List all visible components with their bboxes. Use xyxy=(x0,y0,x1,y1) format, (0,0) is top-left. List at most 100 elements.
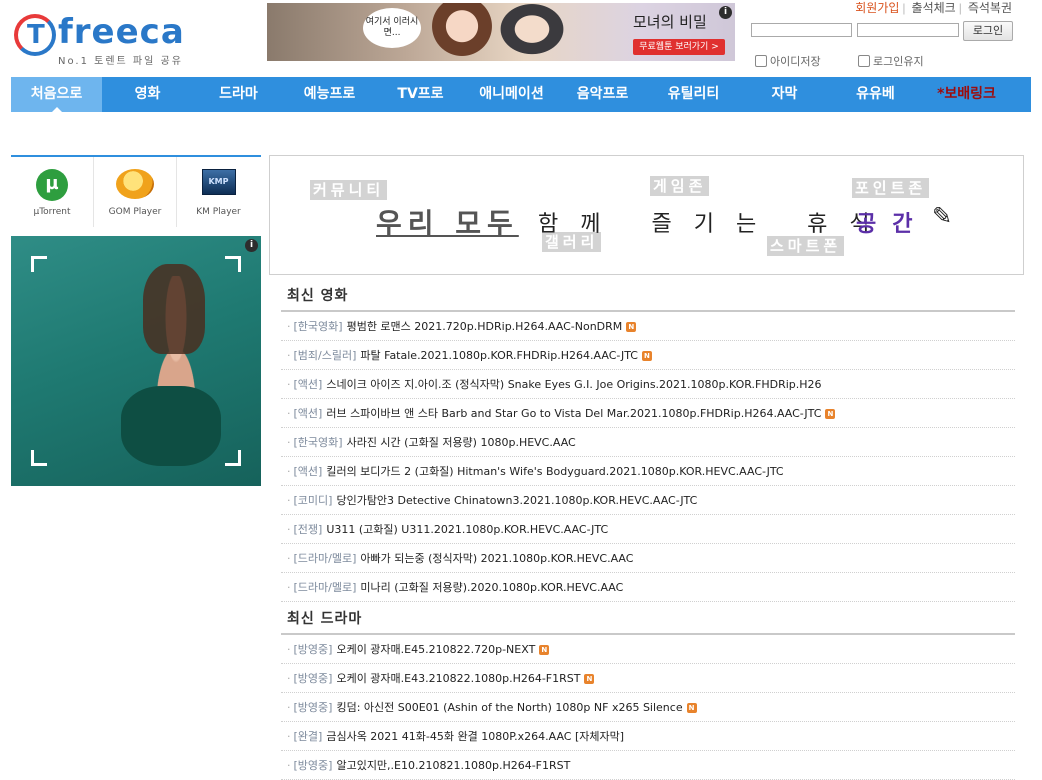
category-label[interactable]: [한국영화] xyxy=(294,320,343,333)
drama-row[interactable]: · [방영중] 킹덤: 아신전 S00E01 (Ashin of the North… xyxy=(281,693,1015,722)
banner-illustration-man xyxy=(492,3,572,61)
save-id-checkbox[interactable]: 아이디저장 xyxy=(755,53,821,69)
main-nav: 처음으로 영화 드라마 예능프로 TV프로 애니메이션 음악프로 유틸리티 자막… xyxy=(11,77,1031,112)
checkbox-box[interactable] xyxy=(755,55,767,67)
login-button[interactable]: 로그인 xyxy=(963,21,1013,41)
category-label[interactable]: [액션] xyxy=(294,378,323,391)
nav-item-subtitles[interactable]: 자막 xyxy=(739,77,830,112)
movie-row[interactable]: · [액션] 킬러의 보디가드 2 (고화질) Hitman's Wife's Bo… xyxy=(281,457,1015,486)
post-title-link[interactable]: U311 (고화질) U311.2021.1080p.KOR.HEVC.AAC-… xyxy=(326,523,608,536)
category-label[interactable]: [액션] xyxy=(294,465,323,478)
category-label[interactable]: [방영중] xyxy=(294,701,333,714)
post-title-link[interactable]: 금심사옥 2021 41화-45화 완결 1080P.x264.AAC [자체자… xyxy=(326,730,624,743)
ghost-community[interactable]: 커뮤니티 xyxy=(310,180,388,200)
top-banner-ad[interactable]: 여기서 이러시면... 모녀의 비밀 무료웹툰 보러가기 > i xyxy=(267,3,735,61)
nav-item-movies[interactable]: 영화 xyxy=(102,77,193,112)
nav-item-yuyube[interactable]: 유유베 xyxy=(830,77,921,112)
banner-title: 모녀의 비밀 xyxy=(633,13,707,31)
ad-info-icon[interactable]: i xyxy=(719,6,732,19)
attendance-link[interactable]: 출석체크 xyxy=(912,1,956,15)
lottery-link[interactable]: 즉석복권 xyxy=(968,1,1012,15)
nav-item-utility[interactable]: 유틸리티 xyxy=(648,77,739,112)
movie-row[interactable]: · [액션] 스네이크 아이즈 지.아이.조 (정식자막) Snake Eyes G… xyxy=(281,370,1015,399)
drama-row[interactable]: · [방영중] 오케이 광자매.E45.210822.720p-NEXT N xyxy=(281,635,1015,664)
keep-login-checkbox[interactable]: 로그인유지 xyxy=(858,53,924,69)
category-label[interactable]: [방영중] xyxy=(294,759,333,772)
nav-item-music[interactable]: 음악프로 xyxy=(557,77,648,112)
post-title-link[interactable]: 알고있지만,.E10.210821.1080p.H264-F1RST xyxy=(336,759,570,772)
post-title-link[interactable]: 러브 스파이바브 앤 스타 Barb and Star Go to Vista … xyxy=(326,407,821,420)
ghost-game[interactable]: 게임존 xyxy=(650,176,710,196)
post-title-link[interactable]: 미나리 (고화질 저용량).2020.1080p.KOR.HEVC.AAC xyxy=(360,581,623,594)
new-badge-icon: N xyxy=(641,351,652,361)
category-label[interactable]: [완결] xyxy=(294,730,323,743)
post-title-link[interactable]: 평범한 로맨스 2021.720p.HDRip.H264.AAC-NonDRM xyxy=(347,320,623,333)
login-id-input[interactable] xyxy=(751,23,852,37)
nav-item-variety[interactable]: 예능프로 xyxy=(284,77,375,112)
ghost-smartphone[interactable]: 스마트폰 xyxy=(767,236,845,256)
post-title-link[interactable]: 파탈 Fatale.2021.1080p.KOR.FHDRip.H264.AAC… xyxy=(360,349,638,362)
movie-row[interactable]: · [한국영화] 평범한 로맨스 2021.720p.HDRip.H264.AAC-… xyxy=(281,312,1015,341)
post-title-link[interactable]: 당인가탐안3 Detective Chinatown3.2021.1080p.K… xyxy=(336,494,697,507)
ad-info-icon[interactable]: i xyxy=(245,239,258,252)
ghost-point[interactable]: 포인트존 xyxy=(852,178,930,198)
site-logo[interactable]: freeca No.1 토렌트 파일 공유 xyxy=(12,10,192,67)
nav-item-home[interactable]: 처음으로 xyxy=(11,77,102,112)
bullet-icon: · xyxy=(287,407,291,420)
join-link[interactable]: 회원가입 xyxy=(855,1,899,15)
post-title-link[interactable]: 사라진 시간 (고화질 저용량) 1080p.HEVC.AAC xyxy=(347,436,576,449)
category-label[interactable]: [한국영화] xyxy=(294,436,343,449)
drama-row[interactable]: · [방영중] 오케이 광자매.E43.210822.1080p.H264-F1RS… xyxy=(281,664,1015,693)
category-label[interactable]: [방영중] xyxy=(294,672,333,685)
pen-icon: ✎ xyxy=(932,202,953,230)
category-label[interactable]: [액션] xyxy=(294,407,323,420)
hero-main-text: 우리 모두 xyxy=(376,207,519,240)
player-apps: µ µTorrent GOM Player KMP KM Player xyxy=(11,157,261,227)
ad-figure-hair xyxy=(143,264,205,354)
category-label[interactable]: [드라마/멜로] xyxy=(294,552,357,565)
frame-corner-icon xyxy=(31,450,47,466)
nav-item-tv[interactable]: TV프로 xyxy=(375,77,466,112)
drama-row[interactable]: · [방영중] 알고있지만,.E10.210821.1080p.H264-F1RST xyxy=(281,751,1015,780)
sidebar-ad-image[interactable]: i xyxy=(11,236,261,486)
post-title-link[interactable]: 오케이 광자매.E43.210822.1080p.H264-F1RST xyxy=(336,672,580,685)
new-badge-icon: N xyxy=(626,322,637,332)
drama-row[interactable]: · [완결] 금심사옥 2021 41화-45화 완결 1080P.x264.AAC… xyxy=(281,722,1015,751)
category-label[interactable]: [방영중] xyxy=(294,643,333,656)
post-title-link[interactable]: 스네이크 아이즈 지.아이.조 (정식자막) Snake Eyes G.I. J… xyxy=(326,378,821,391)
category-label[interactable]: [범죄/스릴러] xyxy=(294,349,357,362)
bullet-icon: · xyxy=(287,672,291,685)
banner-cta-button[interactable]: 무료웹툰 보러가기 > xyxy=(633,39,725,55)
movie-row[interactable]: · [드라마/멜로] 아빠가 되는중 (정식자막) 2021.1080p.KOR.H… xyxy=(281,544,1015,573)
bullet-icon: · xyxy=(287,759,291,772)
category-label[interactable]: [드라마/멜로] xyxy=(294,581,357,594)
nav-item-drama[interactable]: 드라마 xyxy=(193,77,284,112)
post-title-link[interactable]: 킹덤: 아신전 S00E01 (Ashin of the North) 1080… xyxy=(336,701,682,714)
checkbox-box[interactable] xyxy=(858,55,870,67)
login-password-input[interactable] xyxy=(857,23,959,37)
category-label[interactable]: [전쟁] xyxy=(294,523,323,536)
movie-row[interactable]: · [코미디] 당인가탐안3 Detective Chinatown3.2021.1… xyxy=(281,486,1015,515)
movie-row[interactable]: · [드라마/멜로] 미나리 (고화질 저용량).2020.1080p.KOR.HE… xyxy=(281,573,1015,602)
app-gom-player[interactable]: GOM Player xyxy=(94,157,177,227)
nav-item-bobae-link[interactable]: *보배링크 xyxy=(921,77,1012,112)
movie-row[interactable]: · [한국영화] 사라진 시간 (고화질 저용량) 1080p.HEVC.AAC xyxy=(281,428,1015,457)
frame-corner-icon xyxy=(225,450,241,466)
post-title-link[interactable]: 오케이 광자매.E45.210822.720p-NEXT xyxy=(336,643,535,656)
movie-row[interactable]: · [범죄/스릴러] 파탈 Fatale.2021.1080p.KOR.FHDRip… xyxy=(281,341,1015,370)
app-km-player[interactable]: KMP KM Player xyxy=(177,157,260,227)
movie-row[interactable]: · [액션] 러브 스파이바브 앤 스타 Barb and Star Go to V… xyxy=(281,399,1015,428)
post-title-link[interactable]: 킬러의 보디가드 2 (고화질) Hitman's Wife's Bodygua… xyxy=(326,465,783,478)
app-utorrent[interactable]: µ µTorrent xyxy=(11,157,94,227)
app-label: KM Player xyxy=(196,207,241,217)
ad-figure-swimsuit xyxy=(121,386,221,466)
app-label: µTorrent xyxy=(33,207,71,217)
post-title-link[interactable]: 아빠가 되는중 (정식자막) 2021.1080p.KOR.HEVC.AAC xyxy=(360,552,633,565)
hero-accent-text: 공간 xyxy=(856,211,929,237)
divider: | xyxy=(902,1,906,15)
hero-slogan-box: 커뮤니티 게임존 포인트존 갤러리 스마트폰 우리 모두 함께 즐기는 휴식 공… xyxy=(269,155,1024,275)
bullet-icon: · xyxy=(287,465,291,478)
category-label[interactable]: [코미디] xyxy=(294,494,333,507)
nav-item-animation[interactable]: 애니메이션 xyxy=(466,77,557,112)
movie-row[interactable]: · [전쟁] U311 (고화질) U311.2021.1080p.KOR.HEVC… xyxy=(281,515,1015,544)
